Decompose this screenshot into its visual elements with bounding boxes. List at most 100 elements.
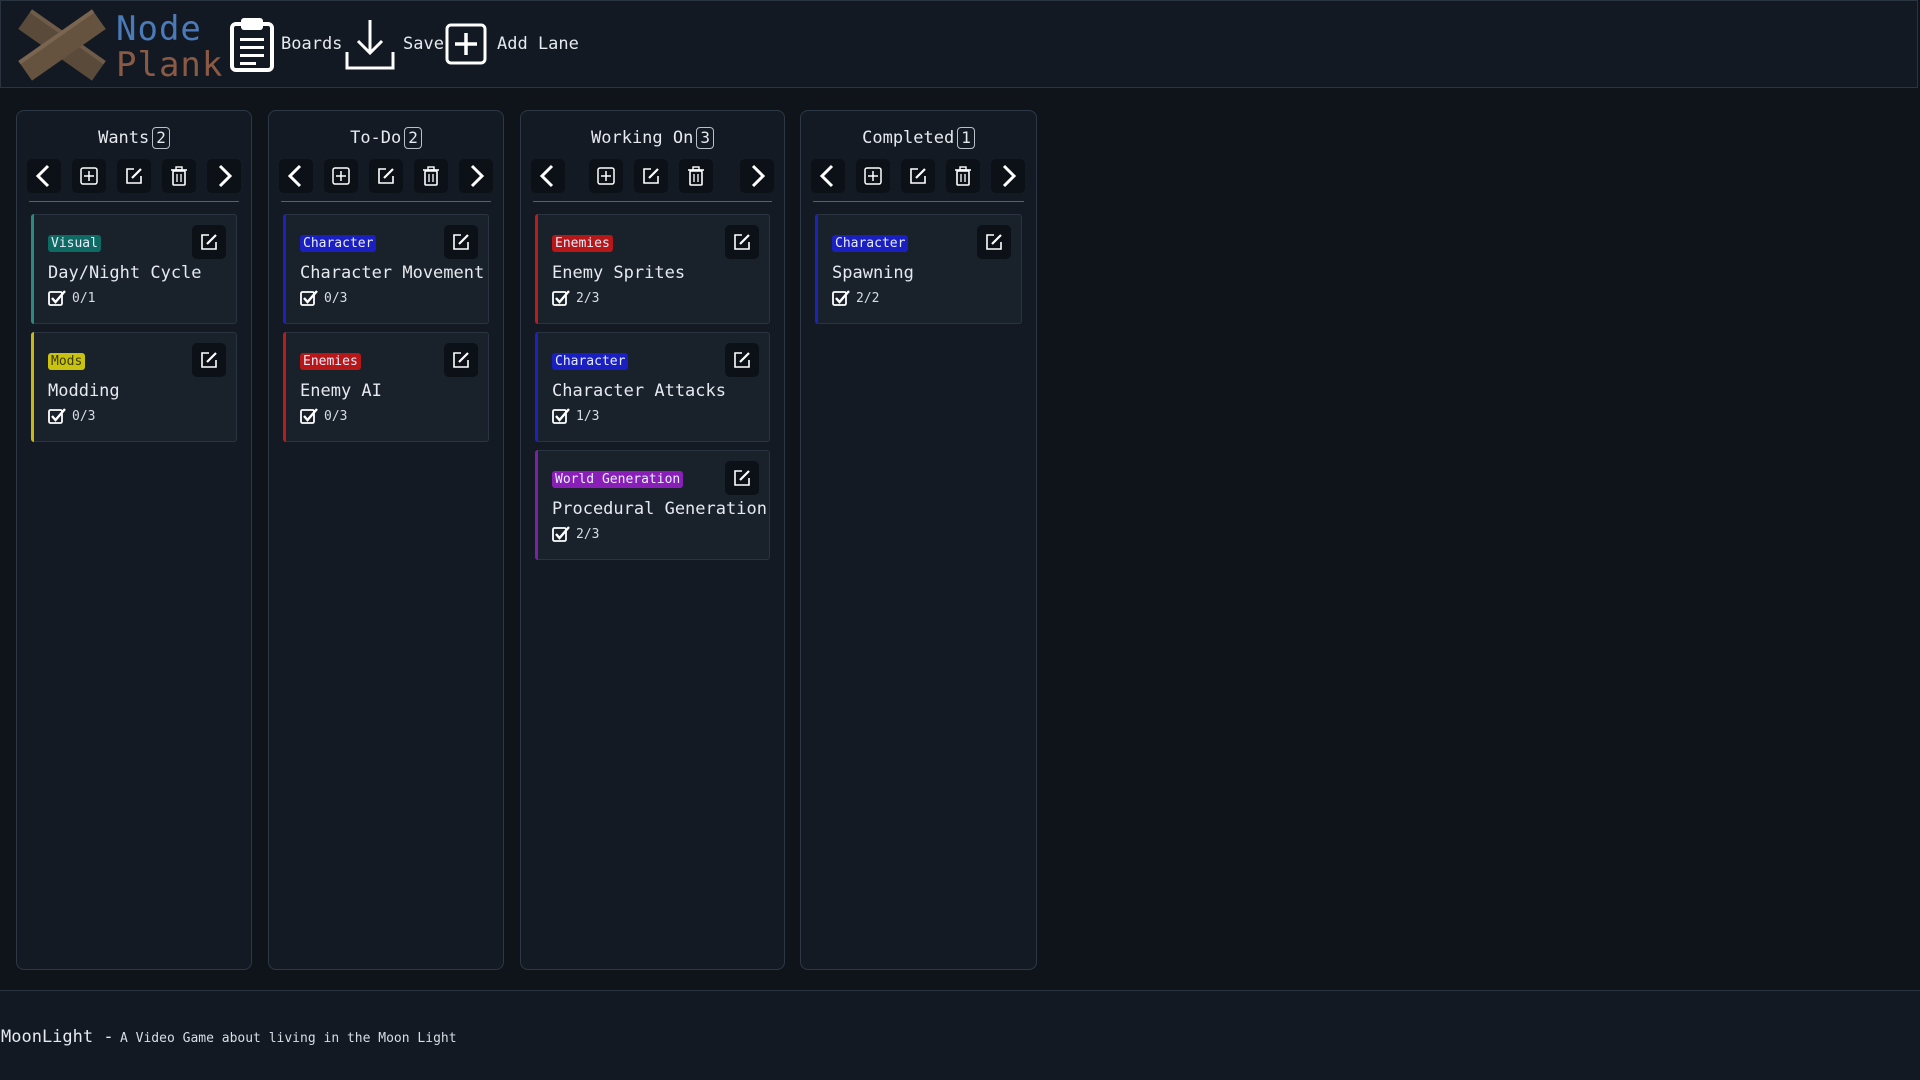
add-card-button[interactable] bbox=[324, 159, 358, 193]
lane-wants: Wants 2 Visual Day/Night Cycle 0/1 Mods … bbox=[16, 110, 252, 970]
tag-badge: World Generation bbox=[552, 471, 684, 488]
card-title: Spawning bbox=[832, 263, 914, 283]
lane-card-count: 2 bbox=[404, 127, 422, 149]
boards-button[interactable]: Boards bbox=[229, 15, 342, 73]
progress-text: 2/3 bbox=[576, 290, 600, 306]
lane-to-do: To-Do2 Character Character Movement 0/3 bbox=[268, 110, 504, 970]
logo-text-plank: Plank bbox=[116, 45, 224, 85]
edit-card-button[interactable] bbox=[444, 225, 478, 259]
edit-lane-button[interactable] bbox=[634, 159, 668, 193]
trash-icon bbox=[171, 166, 187, 186]
move-lane-left-button[interactable] bbox=[27, 159, 61, 193]
add-lane-label: Add Lane bbox=[497, 34, 579, 54]
lane-divider bbox=[29, 201, 239, 202]
card-title: Enemy Sprites bbox=[552, 263, 686, 283]
lane-header: Completed 1 bbox=[801, 127, 1036, 149]
plus-square-icon bbox=[445, 23, 487, 65]
edit-icon bbox=[643, 168, 659, 184]
lane-toolbar bbox=[279, 159, 493, 195]
checkbox-icon bbox=[832, 290, 850, 306]
checkbox-icon bbox=[552, 408, 570, 424]
delete-lane-button[interactable] bbox=[679, 159, 713, 193]
lane-toolbar bbox=[531, 159, 774, 195]
task-card[interactable]: Enemies Enemy AI 0/3 bbox=[283, 332, 489, 442]
checklist-progress: 2/2 bbox=[832, 289, 879, 307]
progress-text: 2/3 bbox=[576, 526, 600, 542]
card-accent bbox=[535, 214, 538, 324]
edit-card-button[interactable] bbox=[725, 461, 759, 495]
edit-card-button[interactable] bbox=[192, 343, 226, 377]
chevron-left-icon bbox=[819, 164, 834, 188]
move-lane-left-button[interactable] bbox=[279, 159, 313, 193]
clipboard-icon bbox=[230, 18, 274, 72]
move-lane-right-button[interactable] bbox=[740, 159, 774, 193]
edit-card-button[interactable] bbox=[977, 225, 1011, 259]
progress-text: 0/3 bbox=[324, 290, 348, 306]
tag-badge: Enemies bbox=[300, 353, 361, 370]
edit-icon bbox=[453, 234, 469, 250]
edit-icon bbox=[201, 352, 217, 368]
card-title: Procedural Generation bbox=[552, 499, 767, 519]
edit-card-button[interactable] bbox=[444, 343, 478, 377]
board-footer: MoonLight - A Video Game about living in… bbox=[0, 990, 1920, 1080]
card-title: Day/Night Cycle bbox=[48, 263, 202, 283]
progress-text: 2/2 bbox=[856, 290, 880, 306]
task-card[interactable]: Character Character Movement 0/3 bbox=[283, 214, 489, 324]
lane-divider bbox=[813, 201, 1024, 202]
move-lane-right-button[interactable] bbox=[207, 159, 241, 193]
edit-lane-button[interactable] bbox=[901, 159, 935, 193]
move-lane-right-button[interactable] bbox=[991, 159, 1025, 193]
edit-icon bbox=[734, 352, 750, 368]
plus-square-icon bbox=[864, 167, 882, 185]
checklist-progress: 0/3 bbox=[300, 407, 347, 425]
edit-icon bbox=[126, 168, 142, 184]
logo-text-node: Node bbox=[116, 9, 202, 49]
app-logo: Node Plank bbox=[9, 5, 222, 85]
card-title: Character Attacks bbox=[552, 381, 726, 401]
edit-icon bbox=[734, 234, 750, 250]
card-accent bbox=[283, 332, 286, 442]
checkbox-icon bbox=[48, 290, 66, 306]
lane-completed: Completed 1 Character Spawning 2/2 bbox=[800, 110, 1037, 970]
progress-text: 0/3 bbox=[324, 408, 348, 424]
download-icon bbox=[345, 20, 395, 70]
save-button[interactable]: Save bbox=[343, 15, 444, 73]
add-card-button[interactable] bbox=[856, 159, 890, 193]
delete-lane-button[interactable] bbox=[162, 159, 196, 193]
boards-label: Boards bbox=[281, 34, 343, 54]
edit-card-button[interactable] bbox=[725, 225, 759, 259]
card-accent bbox=[283, 214, 286, 324]
checklist-progress: 0/3 bbox=[300, 289, 347, 307]
task-card[interactable]: Character Character Attacks 1/3 bbox=[535, 332, 770, 442]
card-title: Character Movement bbox=[300, 263, 485, 283]
edit-lane-button[interactable] bbox=[369, 159, 403, 193]
trash-icon bbox=[423, 166, 439, 186]
edit-card-button[interactable] bbox=[192, 225, 226, 259]
checkbox-icon bbox=[552, 290, 570, 306]
task-card[interactable]: Enemies Enemy Sprites 2/3 bbox=[535, 214, 770, 324]
checklist-progress: 2/3 bbox=[552, 525, 599, 543]
delete-lane-button[interactable] bbox=[414, 159, 448, 193]
edit-card-button[interactable] bbox=[725, 343, 759, 377]
move-lane-left-button[interactable] bbox=[811, 159, 845, 193]
edit-icon bbox=[201, 234, 217, 250]
add-card-button[interactable] bbox=[589, 159, 623, 193]
add-card-button[interactable] bbox=[72, 159, 106, 193]
checkbox-icon bbox=[300, 290, 318, 306]
board-description: A Video Game about living in the Moon Li… bbox=[120, 1031, 457, 1046]
move-lane-left-button[interactable] bbox=[531, 159, 565, 193]
task-card[interactable]: Visual Day/Night Cycle 0/1 bbox=[31, 214, 237, 324]
chevron-right-icon bbox=[470, 164, 485, 188]
add-lane-button[interactable]: Add Lane bbox=[445, 15, 579, 73]
task-card[interactable]: Character Spawning 2/2 bbox=[815, 214, 1022, 324]
lane-header: Working On 3 bbox=[521, 127, 784, 149]
card-accent bbox=[31, 214, 34, 324]
edit-lane-button[interactable] bbox=[117, 159, 151, 193]
move-lane-right-button[interactable] bbox=[459, 159, 493, 193]
delete-lane-button[interactable] bbox=[946, 159, 980, 193]
lane-header: To-Do 2 bbox=[269, 127, 503, 149]
lane-card-count: 3 bbox=[696, 127, 714, 149]
lane-divider bbox=[281, 201, 491, 202]
task-card[interactable]: Mods Modding 0/3 bbox=[31, 332, 237, 442]
task-card[interactable]: World Generation Procedural Generation 2… bbox=[535, 450, 770, 560]
